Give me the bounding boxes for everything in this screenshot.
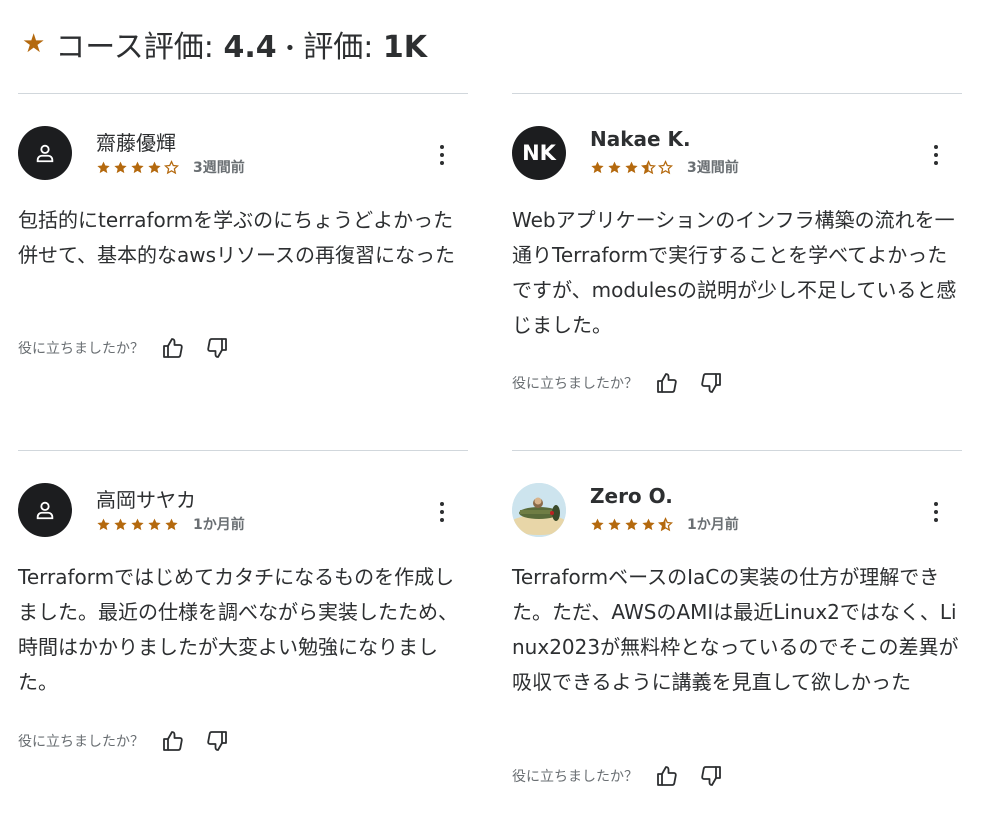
helpful-row: 役に立ちましたか？: [512, 761, 726, 791]
avatar: [18, 483, 72, 537]
review-text: Terraformではじめてカタチになるものを作成しました。最近の仕様を調べなが…: [18, 565, 458, 694]
reviewer-name: Nakae K.: [590, 127, 691, 151]
review-card: 齋藤優輝 3週間前 包括的にterraformを学ぶのにちょうどよかった併せて、…: [18, 93, 468, 423]
course-rating-header: ★ コース評価: 4.4 • 評価: 1K: [22, 22, 427, 66]
star-full-icon: [642, 518, 655, 530]
star-icon: ★: [22, 29, 46, 59]
star-full-icon: [114, 161, 127, 173]
star-full-icon: [97, 161, 110, 173]
divider: [512, 93, 962, 94]
star-rating: 1か月前: [590, 514, 739, 534]
helpful-row: 役に立ちましたか？: [512, 368, 726, 398]
review-date: 1か月前: [193, 517, 245, 533]
star-full-icon: [148, 161, 161, 173]
thumbs-down-icon[interactable]: [202, 726, 232, 756]
thumbs-up-icon[interactable]: [652, 368, 682, 398]
review-date: 3週間前: [687, 160, 739, 176]
star-rating: 1か月前: [96, 514, 245, 534]
star-rating: 3週間前: [96, 157, 245, 177]
star-full-icon: [625, 518, 638, 530]
airplane-photo: [512, 483, 566, 537]
star-rating: 3週間前: [590, 157, 739, 177]
review-text: Webアプリケーションのインフラ構築の流れを一通りTerraformで実行するこ…: [512, 208, 957, 337]
star-full-icon: [97, 518, 110, 530]
helpful-label: 役に立ちましたか？: [512, 769, 638, 785]
reviewer-name: 高岡サヤカ: [96, 488, 196, 512]
review-card: Zero O. 1か月前 TerraformベースのIaCの実装の仕方が理解でき…: [512, 450, 962, 810]
star-full-icon: [131, 161, 144, 173]
person-icon: [36, 144, 54, 163]
thumbs-up-icon[interactable]: [158, 726, 188, 756]
star-empty-icon: [164, 159, 179, 174]
thumbs-down-icon[interactable]: [696, 368, 726, 398]
star-full-icon: [625, 161, 638, 173]
more-options-icon[interactable]: [924, 143, 948, 167]
avatar: [18, 126, 72, 180]
divider: [512, 450, 962, 451]
person-icon: [36, 501, 54, 520]
avatar-photo: [512, 483, 566, 537]
star-half-icon: [641, 159, 656, 174]
helpful-label: 役に立ちましたか？: [18, 341, 144, 357]
helpful-label: 役に立ちましたか？: [18, 734, 144, 750]
star-empty-icon: [658, 159, 673, 174]
more-options-icon[interactable]: [924, 500, 948, 524]
more-options-icon[interactable]: [430, 500, 454, 524]
helpful-row: 役に立ちましたか？: [18, 726, 232, 756]
review-card: 高岡サヤカ 1か月前 Terraformではじめてカタチになるものを作成しました…: [18, 450, 468, 810]
star-full-icon: [148, 518, 161, 530]
reviewer-name: Zero O.: [590, 484, 673, 508]
star-full-icon: [608, 518, 621, 530]
helpful-row: 役に立ちましたか？: [18, 333, 232, 363]
review-card: NK Nakae K. 3週間前 Webアプリケーションのインフラ構築の流れを一…: [512, 93, 962, 423]
review-date: 1か月前: [687, 517, 739, 533]
reviewer-name: 齋藤優輝: [96, 131, 176, 155]
star-full-icon: [608, 161, 621, 173]
divider: [18, 450, 468, 451]
review-text: TerraformベースのIaCの実装の仕方が理解できた。ただ、AWSのAMIは…: [512, 565, 959, 694]
star-full-icon: [591, 161, 604, 173]
star-full-icon: [165, 518, 178, 530]
thumbs-up-icon[interactable]: [652, 761, 682, 791]
star-half-icon: [658, 516, 673, 531]
star-full-icon: [114, 518, 127, 530]
more-options-icon[interactable]: [430, 143, 454, 167]
star-full-icon: [131, 518, 144, 530]
review-text: 包括的にterraformを学ぶのにちょうどよかった併せて、基本的なawsリソー…: [18, 208, 456, 267]
divider: [18, 93, 468, 94]
thumbs-up-icon[interactable]: [158, 333, 188, 363]
avatar: NK: [512, 126, 566, 180]
thumbs-down-icon[interactable]: [202, 333, 232, 363]
helpful-label: 役に立ちましたか？: [512, 376, 638, 392]
thumbs-down-icon[interactable]: [696, 761, 726, 791]
review-date: 3週間前: [193, 160, 245, 176]
star-full-icon: [591, 518, 604, 530]
course-rating-title: コース評価: 4.4 • 評価: 1K: [55, 30, 428, 65]
